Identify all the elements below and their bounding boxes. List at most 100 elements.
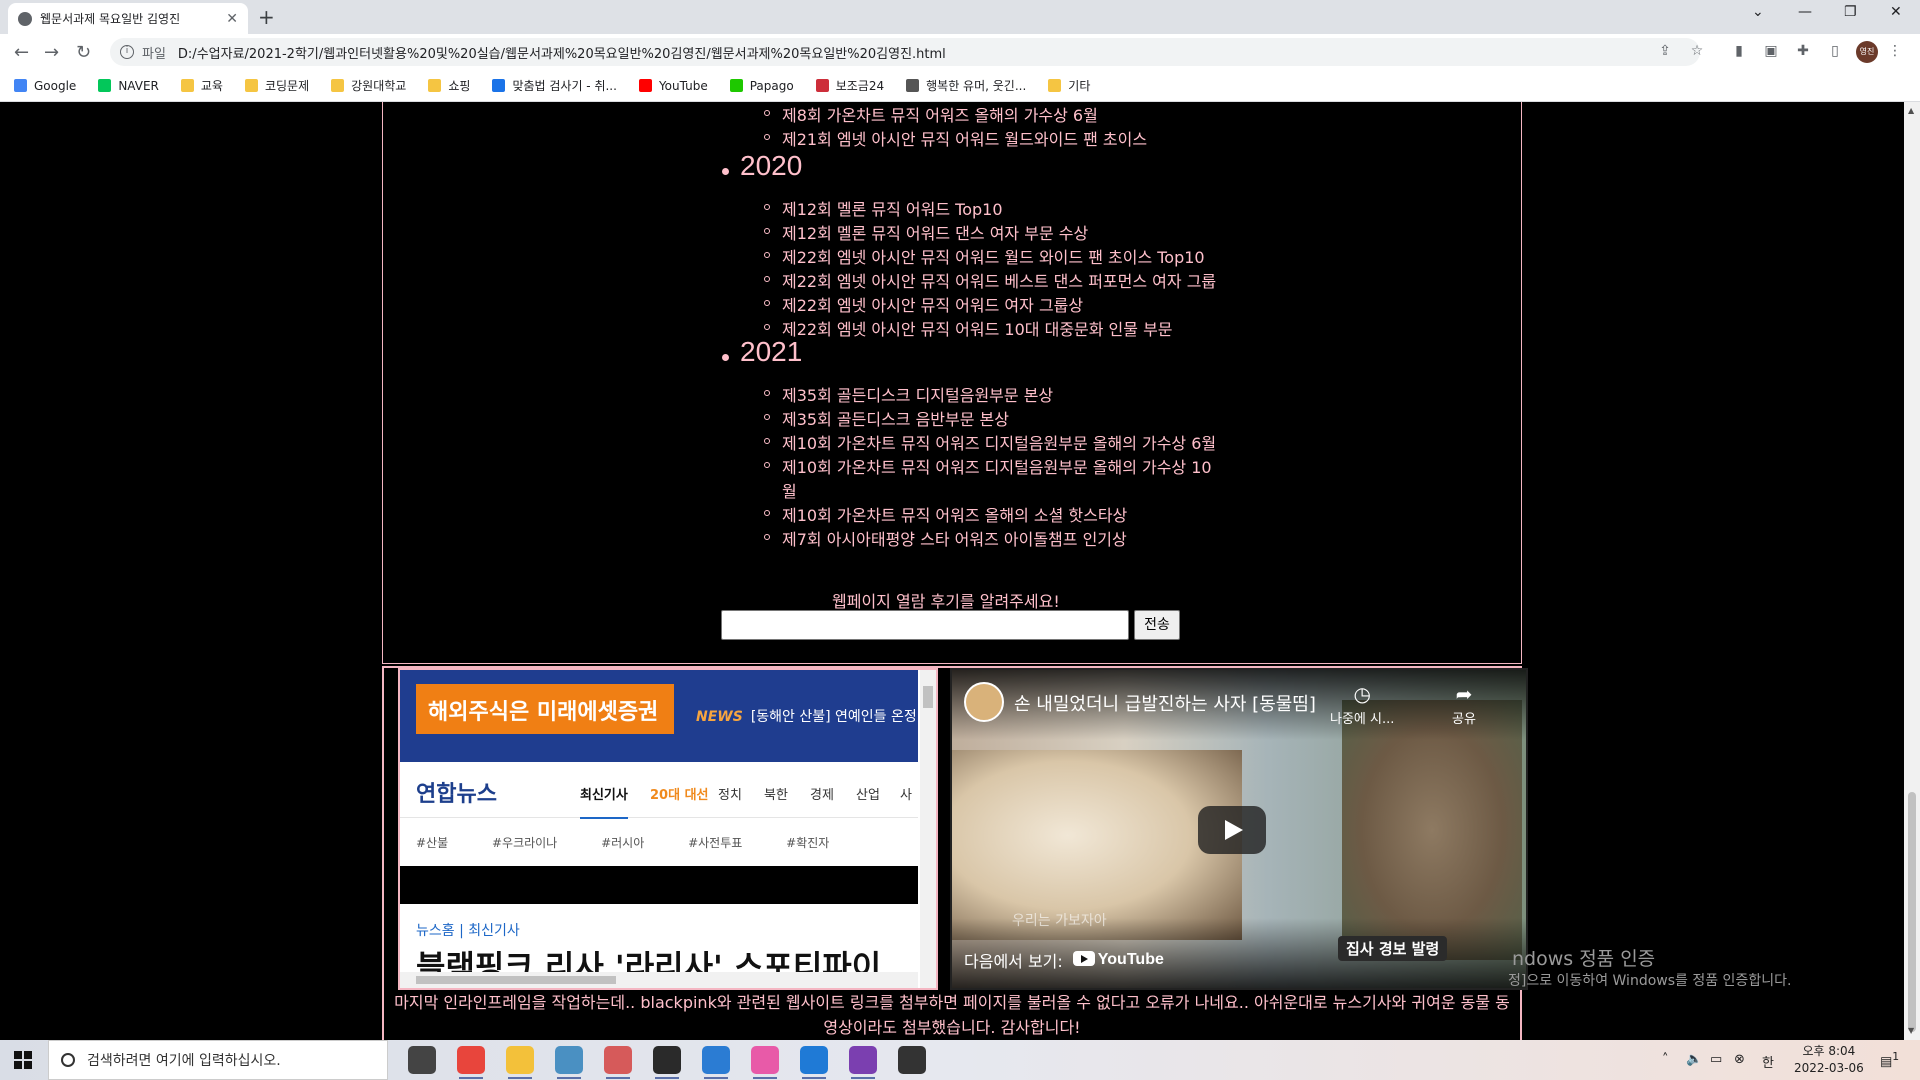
typora-icon[interactable] — [898, 1046, 926, 1074]
bookmark-item[interactable]: 맞춤법 검사기 - 취... — [492, 77, 617, 94]
watch-on-youtube[interactable]: 다음에서 보기: YouTube — [964, 948, 1164, 972]
bookmark-item[interactable]: 코딩문제 — [244, 77, 309, 94]
award-item: 제35회 골든디스크 디지털음원부문 본상 — [782, 386, 1054, 405]
award-item: 제10회 가온차트 뮤직 어워즈 디지털음원부문 올해의 가수상 6월 — [782, 434, 1217, 453]
share-icon[interactable]: ⇪ — [1656, 43, 1674, 61]
bookmark-item[interactable]: 행복한 유머, 웃긴... — [906, 77, 1026, 94]
bookmark-item[interactable]: NAVER — [98, 79, 159, 93]
vscode-icon[interactable] — [800, 1046, 828, 1079]
bookmark-item[interactable]: 교육 — [180, 77, 223, 94]
feedback-input[interactable] — [721, 610, 1129, 640]
channel-avatar[interactable] — [964, 682, 1004, 722]
tag-item[interactable]: #산불 — [416, 836, 448, 850]
award-item: 제22회 엠넷 아시안 뮤직 어워드 10대 대중문화 인물 부문 — [782, 320, 1173, 339]
volume-icon[interactable]: 🔈 — [1686, 1052, 1702, 1067]
ad-logo[interactable]: 해외주식은 미래에셋증권 — [416, 684, 674, 734]
humor-icon — [906, 79, 920, 92]
window-close-button[interactable]: ✕ — [1890, 4, 1902, 20]
reload-icon[interactable]: ↻ — [76, 42, 91, 63]
folder-icon — [244, 79, 258, 92]
taskbar-search[interactable]: 검색하려면 여기에 입력하십시오. — [48, 1040, 388, 1080]
back-icon[interactable]: ← — [14, 42, 29, 63]
scroll-down-icon[interactable]: ▼ — [1908, 1026, 1914, 1035]
nav-industry[interactable]: 산업 — [856, 784, 880, 803]
watch-later-button[interactable]: ◷ 나중에 시... — [1330, 682, 1394, 727]
network-icon[interactable]: ▭ — [1710, 1052, 1722, 1067]
ad-banner[interactable]: 해외주식은 미래에셋증권 NEWS [동해안 산불] 연예인들 온정 9 — [400, 670, 930, 762]
nav-north-korea[interactable]: 북한 — [764, 784, 788, 803]
notification-center[interactable]: ▤1 — [1880, 1050, 1899, 1069]
nav-economy[interactable]: 경제 — [810, 784, 834, 803]
bookmark-item[interactable]: 강원대학교 — [331, 77, 406, 94]
scroll-thumb[interactable] — [1908, 792, 1916, 1032]
bookmark-item[interactable]: Papago — [729, 79, 794, 93]
news-ticker-text[interactable]: [동해안 산불] 연예인들 온정 9 — [751, 709, 930, 725]
minimize-button[interactable]: — — [1798, 4, 1812, 20]
word-doc-icon[interactable] — [702, 1046, 730, 1079]
close-icon[interactable]: ✕ — [226, 11, 238, 27]
nav-politics[interactable]: 정치 — [718, 784, 742, 803]
sticky-notes-icon[interactable] — [653, 1046, 681, 1079]
forward-icon[interactable]: → — [44, 42, 59, 63]
bookmark-item[interactable]: YouTube — [638, 79, 708, 93]
list-bullet — [764, 438, 770, 444]
nav-more[interactable]: 사 — [900, 784, 912, 803]
snipping-tool-icon[interactable] — [604, 1046, 632, 1079]
news-iframe[interactable]: 해외주식은 미래에셋증권 NEWS [동해안 산불] 연예인들 온정 9 연합뉴스… — [398, 668, 938, 990]
play-button[interactable] — [1198, 806, 1266, 854]
bookmark-label: 맞춤법 검사기 - 취... — [512, 79, 617, 93]
bookmark-item[interactable]: 쇼핑 — [428, 77, 470, 94]
profile-avatar[interactable]: 영진 — [1856, 41, 1878, 63]
bookmark-label: NAVER — [118, 78, 159, 93]
new-tab-button[interactable]: + — [258, 5, 275, 29]
itunes-icon[interactable] — [751, 1046, 779, 1079]
tab-search-icon[interactable]: ⌄ — [1752, 4, 1764, 20]
info-icon[interactable]: i — [120, 45, 134, 59]
side-panel-icon[interactable]: ▯ — [1826, 43, 1844, 61]
tag-item[interactable]: #우크라이나 — [492, 836, 557, 850]
folder-icon — [331, 79, 345, 92]
submit-button[interactable]: 전송 — [1134, 610, 1180, 640]
github-icon[interactable] — [849, 1046, 877, 1079]
star-icon[interactable]: ☆ — [1688, 43, 1706, 61]
tray-app-icon[interactable]: ⊗ — [1734, 1052, 1745, 1067]
chrome-icon[interactable] — [457, 1046, 485, 1079]
windows-start-icon[interactable] — [14, 1051, 32, 1069]
tag-item[interactable]: #러시아 — [601, 836, 644, 850]
task-view-icon[interactable] — [408, 1046, 436, 1074]
youtube-logo[interactable]: YouTube — [1072, 951, 1164, 969]
youtube-wordmark: YouTube — [1097, 951, 1164, 968]
share-button[interactable]: ➦ 공유 — [1452, 682, 1476, 727]
address-bar[interactable]: i 파일 D:/수업자료/2021-2학기/웹과인터넷활용%20및%20실습/웹… — [110, 38, 1700, 66]
yonhap-logo[interactable]: 연합뉴스 — [416, 776, 497, 808]
video-title[interactable]: 손 내밀었더니 급발진하는 사자 [동물띰] — [1014, 690, 1316, 716]
nav-election[interactable]: 20대 대선 — [650, 784, 709, 803]
extension-2-icon[interactable]: ▣ — [1762, 43, 1780, 61]
youtube-iframe[interactable]: 손 내밀었더니 급발진하는 사자 [동물띰] ◷ 나중에 시... ➦ 공유 우리는… — [950, 668, 1528, 990]
feedback-label: 웹페이지 열람 후기를 알려주세요! — [832, 592, 1060, 611]
tray-chevron-icon[interactable]: ˄ — [1662, 1052, 1669, 1067]
iframe-horizontal-scrollbar[interactable] — [400, 972, 918, 988]
tag-item[interactable]: #사전투표 — [688, 836, 742, 850]
breadcrumb[interactable]: 뉴스홈 | 최신기사 — [416, 920, 520, 940]
page-scrollbar[interactable]: ▲ ▼ — [1904, 102, 1920, 1040]
scroll-up-icon[interactable]: ▲ — [1908, 106, 1914, 115]
bookmark-item[interactable]: Google — [14, 79, 76, 93]
bookmark-item[interactable]: 보조금24 — [815, 77, 884, 94]
nav-latest[interactable]: 최신기사 — [580, 784, 628, 819]
browser-tab[interactable]: 웹문서과제 목요일반 김영진 ✕ — [8, 3, 248, 34]
extension-icon[interactable]: ▮ — [1730, 43, 1748, 61]
tag-item[interactable]: #확진자 — [786, 836, 829, 850]
puzzle-icon[interactable]: ✚ — [1794, 43, 1812, 61]
news-ticker[interactable]: NEWS [동해안 산불] 연예인들 온정 9 — [696, 706, 930, 726]
maximize-button[interactable]: ❐ — [1844, 4, 1857, 20]
app-blue-icon[interactable] — [555, 1046, 583, 1079]
file-explorer-icon[interactable] — [506, 1046, 534, 1079]
iframe-vertical-scrollbar[interactable] — [920, 670, 936, 988]
taskbar-search-placeholder: 검색하려면 여기에 입력하십시오. — [87, 1053, 281, 1069]
system-clock[interactable]: 오후 8:04 2022-03-06 — [1794, 1043, 1864, 1077]
bookmark-item[interactable]: 기타 — [1048, 77, 1090, 94]
url-text[interactable]: D:/수업자료/2021-2학기/웹과인터넷활용%20및%20실습/웹문서과제%… — [178, 43, 946, 62]
menu-icon[interactable]: ⋮ — [1886, 43, 1904, 61]
ime-indicator[interactable]: 한 — [1762, 1052, 1774, 1071]
